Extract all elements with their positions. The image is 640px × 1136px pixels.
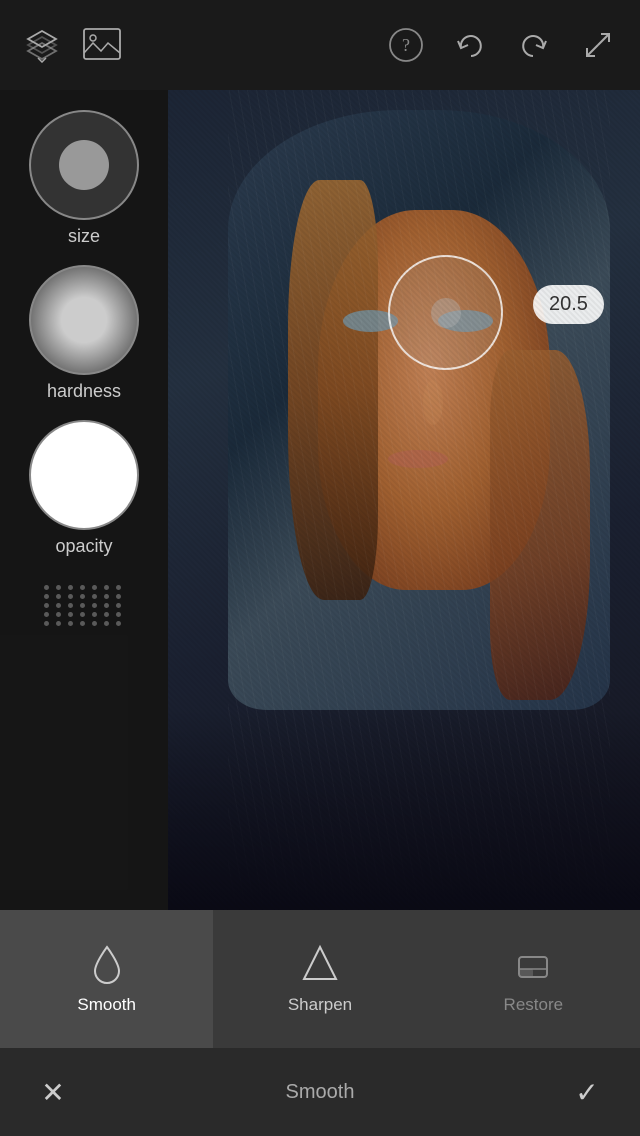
main-area: size hardness opacity: [0, 90, 640, 910]
sharpen-label: Sharpen: [288, 995, 352, 1015]
left-panel: size hardness opacity: [0, 90, 168, 910]
opacity-control: opacity: [29, 420, 139, 557]
size-control: size: [29, 110, 139, 247]
toolbar-left: [20, 23, 124, 67]
confirm-button[interactable]: ✓: [562, 1067, 612, 1117]
image-button[interactable]: [80, 23, 124, 67]
sharpen-icon: [298, 943, 342, 987]
bottom-tools: Smooth Sharpen Restore: [0, 910, 640, 1048]
opacity-brush-circle[interactable]: [29, 420, 139, 530]
restore-icon: [511, 943, 555, 987]
sharpen-tool[interactable]: Sharpen: [213, 910, 426, 1048]
expand-button[interactable]: [576, 23, 620, 67]
smooth-tool[interactable]: Smooth: [0, 910, 213, 1048]
size-label: size: [68, 226, 100, 247]
help-button[interactable]: ?: [384, 23, 428, 67]
cancel-button[interactable]: ✕: [28, 1067, 78, 1117]
hardness-brush-circle[interactable]: [29, 265, 139, 375]
size-brush-circle[interactable]: [29, 110, 139, 220]
portrait-background: [168, 90, 640, 910]
bottom-bar: ✕ Smooth ✓: [0, 1048, 640, 1136]
canvas-area[interactable]: 20.5: [168, 90, 640, 910]
redo-button[interactable]: [512, 23, 556, 67]
hardness-label: hardness: [47, 381, 121, 402]
brush-pattern-grid[interactable]: [44, 585, 124, 626]
smooth-label: Smooth: [77, 995, 136, 1015]
svg-text:?: ?: [402, 35, 410, 55]
smooth-icon: [85, 943, 129, 987]
size-inner-dot: [59, 140, 109, 190]
bottom-title: Smooth: [78, 1081, 562, 1104]
hardness-control: hardness: [29, 265, 139, 402]
undo-button[interactable]: [448, 23, 492, 67]
restore-tool[interactable]: Restore: [427, 910, 640, 1048]
layers-button[interactable]: [20, 23, 64, 67]
restore-label: Restore: [504, 995, 564, 1015]
toolbar-right: ?: [384, 23, 620, 67]
opacity-label: opacity: [55, 536, 112, 557]
brush-value-badge: 20.5: [533, 285, 604, 324]
top-toolbar: ?: [0, 0, 640, 90]
